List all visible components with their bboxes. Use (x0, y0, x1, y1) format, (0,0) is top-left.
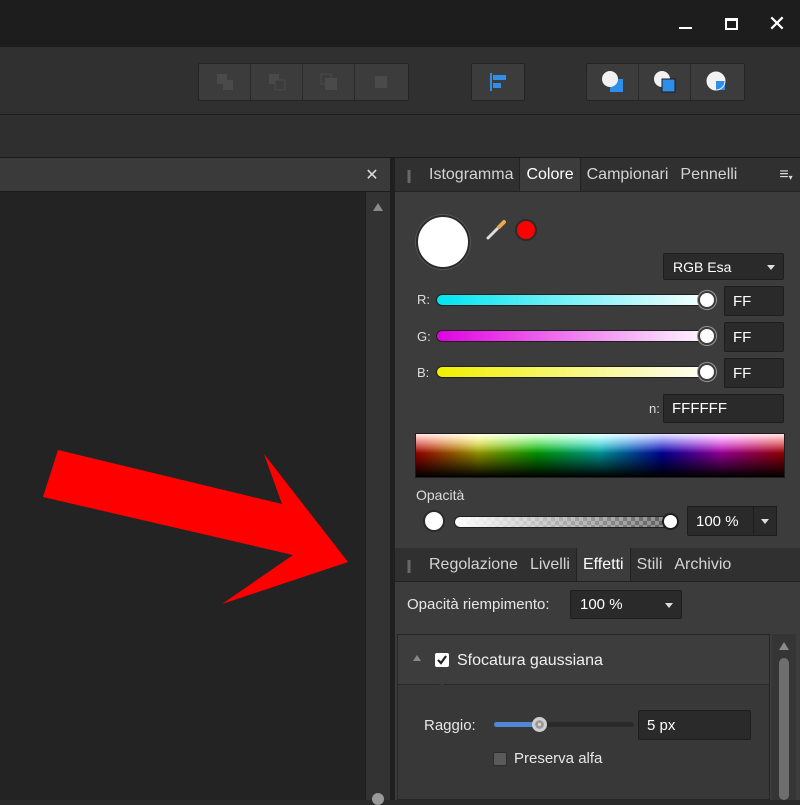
tab-regolazione[interactable]: Regolazione (421, 548, 524, 581)
color-spectrum[interactable] (415, 433, 785, 478)
intersect-shapes-icon[interactable] (303, 64, 355, 100)
context-toolbar (0, 115, 800, 158)
tab-livelli[interactable]: Livelli (524, 548, 576, 581)
color-model-dropdown[interactable]: RGB Esa (663, 253, 784, 280)
effects-panel-tab-bar: || Regolazione Livelli Effetti Stili Arc… (395, 548, 800, 582)
fill-opacity-label: Opacità riempimento: (407, 596, 550, 613)
opacity-dropdown-button[interactable] (753, 506, 777, 536)
current-color-well[interactable] (416, 215, 470, 269)
minimize-icon[interactable] (662, 0, 708, 47)
color-panel: || Istogramma Colore Campionari Pennelli… (395, 158, 800, 548)
canvas-vertical-scrollbar[interactable] (365, 192, 390, 805)
hex-label: n: (649, 401, 660, 416)
divide-shapes-icon[interactable] (355, 64, 407, 100)
chevron-down-icon (767, 264, 775, 270)
radius-label: Raggio: (424, 717, 476, 734)
subtract-shapes-icon[interactable] (251, 64, 303, 100)
tab-archivio[interactable]: Archivio (668, 548, 737, 581)
red-arrow-annotation (43, 450, 348, 604)
tab-campionari[interactable]: Campionari (581, 158, 675, 191)
move-to-back-icon[interactable] (587, 64, 639, 100)
b-value-field[interactable]: FF (724, 358, 784, 388)
document-tab-bar: ✕ (0, 158, 390, 192)
chevron-down-icon (665, 602, 673, 608)
effects-panel: || Regolazione Livelli Effetti Stili Arc… (395, 548, 800, 800)
header-pointer (434, 678, 450, 686)
r-slider[interactable] (436, 294, 714, 306)
g-slider-knob[interactable] (698, 327, 716, 345)
b-slider-knob[interactable] (698, 363, 716, 381)
tab-effetti[interactable]: Effetti (575, 548, 631, 581)
effect-enabled-checkbox[interactable] (435, 653, 449, 667)
collapse-triangle-icon[interactable] (413, 655, 421, 661)
color-panel-tab-bar: || Istogramma Colore Campionari Pennelli… (395, 158, 800, 192)
radius-value-field[interactable]: 5 px (638, 710, 751, 740)
r-value-field[interactable]: FF (724, 286, 784, 316)
add-shapes-icon[interactable] (199, 64, 251, 100)
r-label: R: (417, 292, 430, 307)
canvas[interactable] (0, 192, 365, 800)
opacity-value-field[interactable]: 100 % (687, 506, 754, 536)
opacity-color-preview (423, 510, 445, 532)
align-left-icon[interactable] (472, 64, 524, 100)
scroll-thumb[interactable] (779, 658, 789, 800)
g-slider[interactable] (436, 330, 714, 342)
maximize-icon[interactable] (708, 0, 754, 47)
b-label: B: (417, 365, 430, 380)
opacity-slider-knob[interactable] (662, 513, 679, 530)
effect-name: Sfocatura gaussiana (457, 652, 603, 669)
close-icon[interactable]: ✕ (754, 0, 800, 47)
tab-colore[interactable]: Colore (519, 158, 581, 191)
arrange-group (586, 63, 745, 101)
boolean-operations-group (198, 63, 409, 101)
opacity-slider[interactable] (454, 516, 672, 528)
b-slider[interactable] (436, 366, 714, 378)
scroll-thumb[interactable] (372, 793, 384, 805)
scroll-up-arrow-icon[interactable] (373, 203, 383, 211)
r-slider-knob[interactable] (698, 291, 716, 309)
fill-opacity-value: 100 % (580, 596, 623, 613)
effects-scrollbar[interactable] (772, 634, 796, 800)
title-bar: ✕ (0, 0, 800, 47)
panel-grip[interactable]: || (395, 158, 421, 191)
move-to-front-icon[interactable] (639, 64, 691, 100)
panel-menu-glyph: ≡ (779, 165, 789, 183)
g-label: G: (417, 329, 431, 344)
preserve-alpha-checkbox[interactable] (493, 752, 507, 766)
chevron-down-icon (761, 519, 769, 524)
insert-inside-icon[interactable] (691, 64, 743, 100)
fill-opacity-dropdown[interactable]: 100 % (570, 590, 682, 619)
eyedropper-icon[interactable] (485, 216, 509, 242)
effects-list: Sfocatura gaussiana Raggio: 5 px Preserv… (397, 634, 770, 800)
hex-value-field[interactable]: FFFFFF (663, 394, 784, 423)
main-toolbar (0, 47, 800, 115)
effect-header[interactable]: Sfocatura gaussiana (398, 635, 769, 686)
g-value-field[interactable]: FF (724, 322, 784, 352)
tab-stili[interactable]: Stili (631, 548, 669, 581)
tab-istogramma[interactable]: Istogramma (421, 158, 519, 191)
color-model-value: RGB Esa (673, 258, 732, 275)
radius-slider-knob[interactable] (531, 717, 547, 732)
scroll-up-arrow-icon[interactable] (779, 642, 789, 650)
radius-slider[interactable] (494, 722, 634, 727)
align-group (471, 63, 525, 101)
panel-grip[interactable]: || (395, 548, 421, 581)
checkmark-icon (437, 655, 447, 665)
secondary-color-swatch[interactable] (515, 219, 537, 241)
opacity-label: Opacità (416, 487, 465, 503)
panel-menu-icon[interactable]: ≡ ▾ (772, 158, 800, 191)
tab-pennelli[interactable]: Pennelli (674, 158, 743, 191)
arrow-shape (43, 450, 348, 604)
preserve-alpha-label: Preserva alfa (514, 750, 603, 767)
close-document-icon[interactable]: ✕ (360, 164, 384, 186)
